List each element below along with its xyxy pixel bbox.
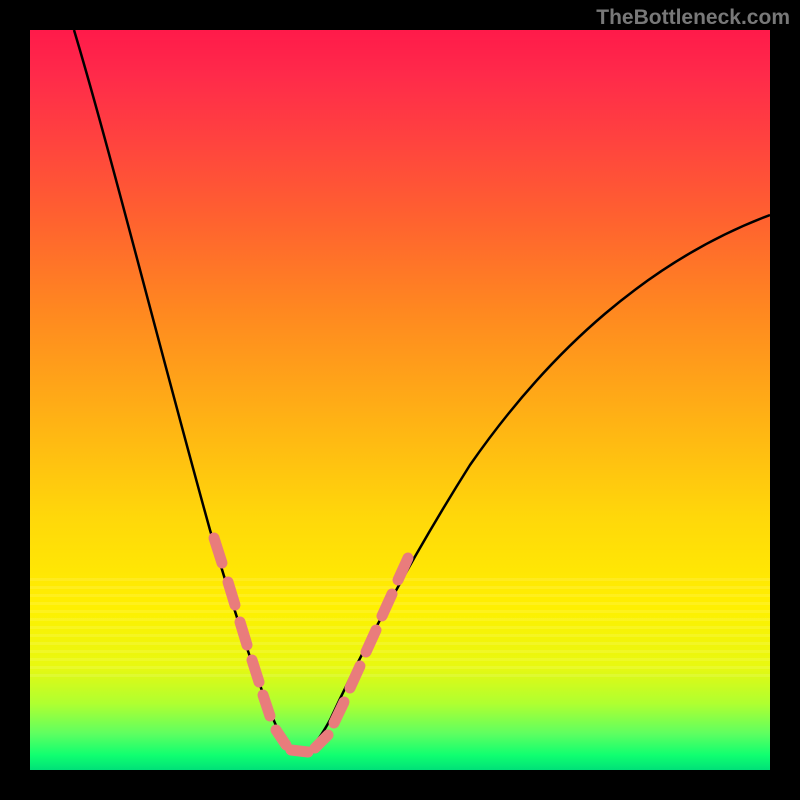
- curve-svg: [30, 30, 770, 770]
- highlight-dashes-group: [214, 538, 408, 752]
- watermark-text: TheBottleneck.com: [596, 6, 790, 30]
- highlight-dash: [263, 695, 270, 716]
- highlight-dash: [398, 558, 408, 580]
- highlight-dash: [240, 622, 247, 645]
- highlight-dash: [252, 660, 259, 682]
- highlight-dash: [382, 594, 392, 616]
- bottleneck-curve-line: [74, 30, 770, 754]
- highlight-dash: [366, 630, 376, 652]
- highlight-dash: [228, 582, 235, 605]
- highlight-dash: [291, 750, 308, 752]
- highlight-dash: [350, 666, 360, 688]
- highlight-dash: [214, 538, 222, 563]
- highlight-dash: [334, 702, 344, 723]
- chart-plot-area: [30, 30, 770, 770]
- highlight-dash: [315, 735, 328, 748]
- highlight-dash: [276, 730, 286, 745]
